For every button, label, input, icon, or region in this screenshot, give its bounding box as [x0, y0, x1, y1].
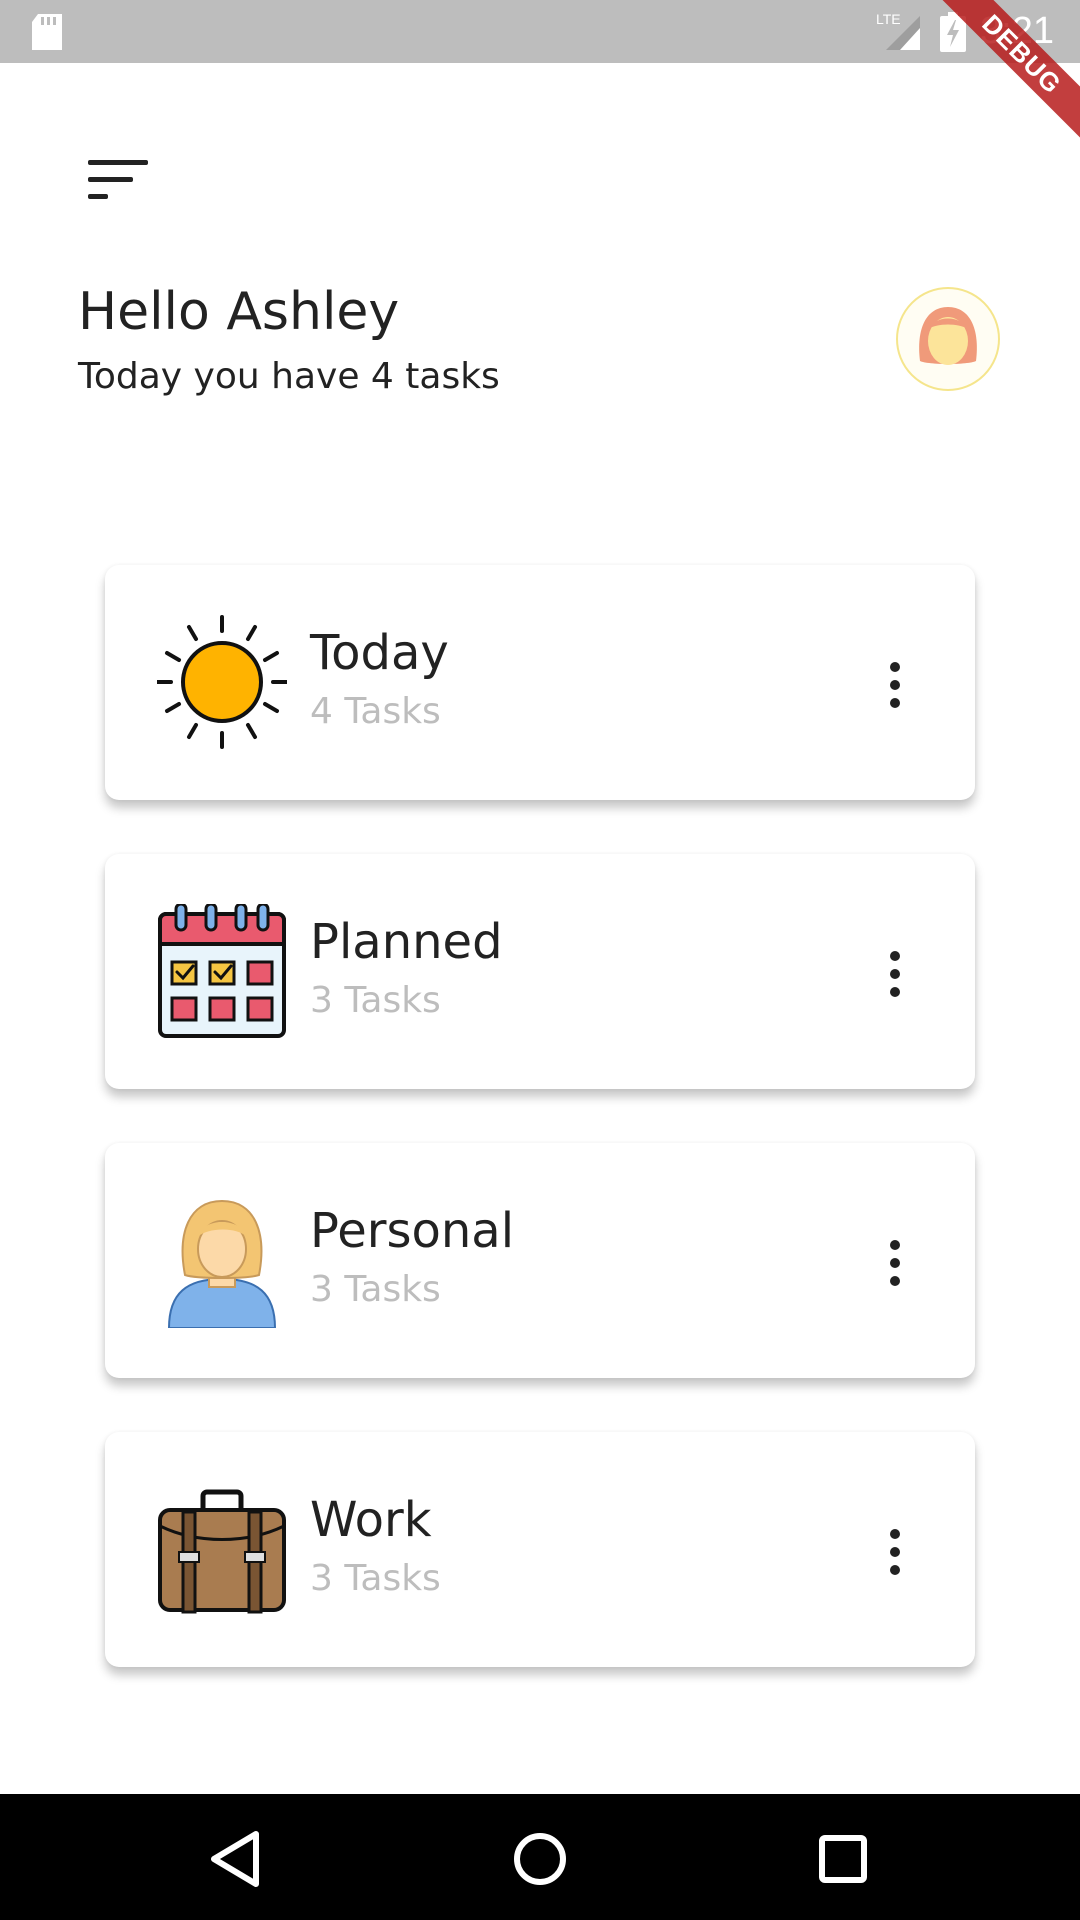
- category-task-count: 4 Tasks: [310, 691, 441, 732]
- system-navigation-bar: [0, 1794, 1080, 1920]
- category-title: Work: [310, 1492, 432, 1548]
- status-bar: LTE 3:21: [0, 0, 1080, 63]
- calendar-icon: [158, 904, 286, 1038]
- task-summary: Today you have 4 tasks: [78, 356, 500, 397]
- more-options-button[interactable]: [865, 1233, 925, 1293]
- sd-card-icon: [32, 14, 62, 50]
- battery-charging-icon: [940, 12, 966, 52]
- recents-button[interactable]: [808, 1824, 878, 1894]
- category-task-count: 3 Tasks: [310, 1269, 441, 1310]
- category-card-work[interactable]: Work 3 Tasks: [105, 1432, 975, 1667]
- category-card-today[interactable]: Today 4 Tasks: [105, 565, 975, 800]
- more-vert-icon: [890, 662, 900, 708]
- briefcase-icon: [158, 1489, 286, 1614]
- network-label: LTE: [876, 11, 901, 27]
- category-task-count: 3 Tasks: [310, 1558, 441, 1599]
- back-triangle-icon: [211, 1831, 259, 1887]
- more-vert-icon: [890, 1240, 900, 1286]
- lte-signal-icon: LTE: [876, 11, 920, 50]
- more-vert-icon: [890, 1529, 900, 1575]
- category-card-personal[interactable]: Personal 3 Tasks: [105, 1143, 975, 1378]
- category-task-count: 3 Tasks: [310, 980, 441, 1021]
- recents-square-icon: [819, 1835, 867, 1883]
- home-button[interactable]: [505, 1824, 575, 1894]
- more-options-button[interactable]: [865, 655, 925, 715]
- greeting-title: Hello Ashley: [78, 282, 400, 342]
- status-clock: 3:21: [980, 10, 1054, 52]
- person-icon: [167, 1199, 277, 1328]
- more-vert-icon: [890, 951, 900, 997]
- back-button[interactable]: [200, 1824, 270, 1894]
- menu-button[interactable]: [80, 150, 160, 210]
- more-options-button[interactable]: [865, 1522, 925, 1582]
- category-title: Planned: [310, 914, 503, 970]
- category-title: Personal: [310, 1203, 515, 1259]
- category-title: Today: [310, 625, 449, 681]
- home-circle-icon: [514, 1833, 566, 1885]
- sun-icon: [157, 615, 287, 749]
- sort-menu-icon: [88, 160, 148, 199]
- woman-avatar-icon: [919, 307, 977, 365]
- more-options-button[interactable]: [865, 944, 925, 1004]
- category-card-planned[interactable]: Planned 3 Tasks: [105, 854, 975, 1089]
- profile-avatar[interactable]: [896, 287, 1000, 391]
